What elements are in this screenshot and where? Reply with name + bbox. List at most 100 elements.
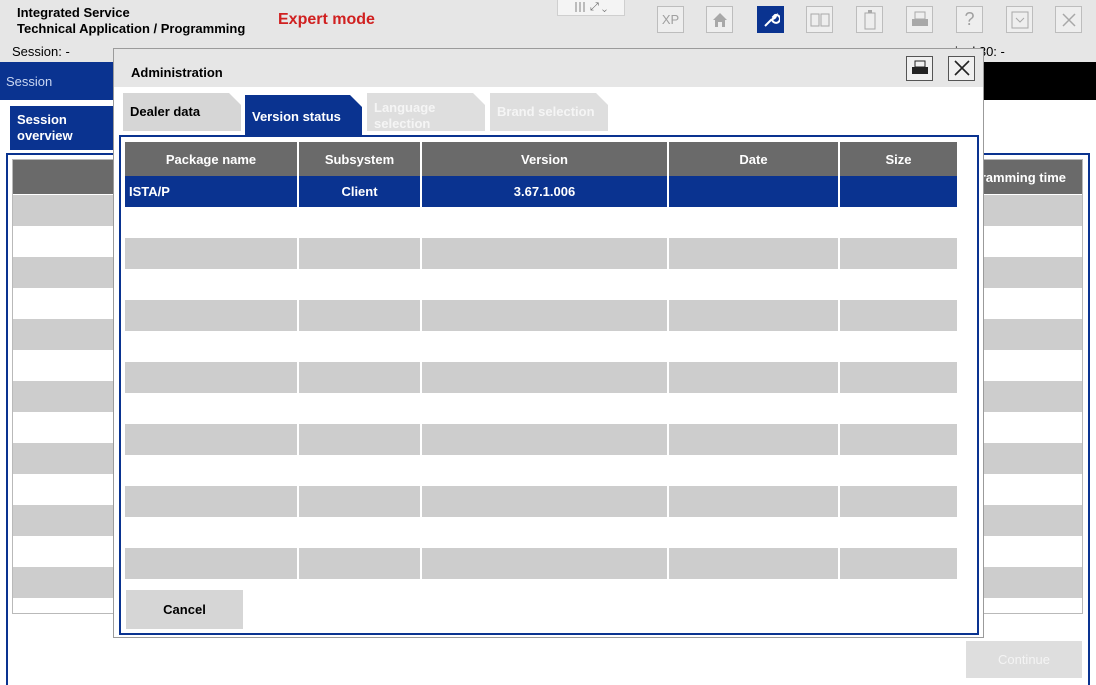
tab-brand-label: Brand selection [497,104,595,119]
table-cell-empty [839,424,957,455]
table-cell-empty [125,300,299,331]
column-header-date[interactable]: Date [668,142,840,176]
table-cell-empty [298,517,422,548]
table-cell-empty [839,393,957,424]
column-header-version[interactable]: Version [421,142,669,176]
table-cell-empty [298,238,422,269]
app-title: Integrated Service Technical Application… [17,5,245,37]
table-cell-empty [668,486,840,517]
table-cell-empty [125,207,299,238]
table-cell-empty [125,393,299,424]
close-icon [1061,13,1076,27]
tab-language-label-line1: Language [374,100,436,115]
table-cell-empty [839,362,957,393]
table-row-empty [125,548,957,579]
table-cell-empty [668,331,840,362]
column-header-package[interactable]: Package name [125,142,299,176]
table-cell-empty [668,548,840,579]
battery-icon [864,10,875,30]
tab-language-selection[interactable]: Language selection [367,93,485,131]
table-cell-empty [125,362,299,393]
administration-dialog: Administration Dealer data Version statu… [113,48,984,638]
continue-button[interactable]: Continue [966,641,1082,678]
minimize-button[interactable] [1006,6,1033,33]
table-cell-empty [125,455,299,486]
app-title-line2: Technical Application / Programming [17,21,246,36]
table-row[interactable]: ISTA/P Client 3.67.1.006 [125,176,957,207]
tab-version-status[interactable]: Version status [245,95,362,135]
table-row-empty [125,207,957,238]
tab-brand-selection[interactable]: Brand selection [490,93,608,131]
table-cell-empty [668,455,840,486]
dialog-print-button[interactable] [906,56,933,81]
printer-icon [911,11,928,26]
print-button[interactable] [906,6,933,33]
battery-button[interactable] [856,6,883,33]
table-row-empty [125,424,957,455]
cell-subsystem: Client [298,176,422,207]
window-handle[interactable]: ⤢ ⌄ [557,0,625,16]
table-cell-empty [839,269,957,300]
ecu-button[interactable] [806,6,833,33]
table-row-empty [125,393,957,424]
table-cell-empty [298,269,422,300]
table-cell-empty [839,455,957,486]
column-header-subsystem[interactable]: Subsystem [298,142,422,176]
table-cell-empty [298,300,422,331]
table-row-empty [125,300,957,331]
table-cell-empty [839,207,957,238]
programming-button[interactable] [757,6,784,33]
tab-dealer-data[interactable]: Dealer data [123,93,241,131]
version-table: Package name Subsystem Version Date Size… [125,142,957,579]
table-cell-empty [668,393,840,424]
table-cell-empty [298,207,422,238]
table-cell-empty [668,517,840,548]
cell-date [668,176,840,207]
table-cell-empty [839,517,957,548]
table-cell-empty [298,486,422,517]
table-cell-empty [839,486,957,517]
table-cell-empty [839,300,957,331]
cancel-button[interactable]: Cancel [126,590,243,629]
close-icon [953,60,970,76]
table-cell-empty [668,300,840,331]
table-cell-empty [839,331,957,362]
table-cell-empty [668,238,840,269]
dialog-title: Administration [131,65,223,80]
table-cell-empty [421,486,669,517]
table-cell-empty [125,548,299,579]
table-cell-empty [298,362,422,393]
help-button[interactable]: ? [956,6,983,33]
expand-icon: ⤢ [589,1,599,13]
help-icon: ? [964,9,975,29]
session-label: Session: - [12,44,70,59]
dialog-close-button[interactable] [948,56,975,81]
exit-button[interactable] [1055,6,1082,33]
cell-version: 3.67.1.006 [421,176,669,207]
table-row-empty [125,517,957,548]
home-button[interactable] [706,6,733,33]
table-cell-empty [839,548,957,579]
xp-button[interactable]: XP [657,6,684,33]
tab-dealer-label: Dealer data [130,104,201,119]
table-cell-empty [125,517,299,548]
table-cell-empty [125,238,299,269]
tab-session-overview[interactable]: Session overview [10,106,114,150]
table-cell-empty [421,269,669,300]
table-cell-empty [421,517,669,548]
table-row-empty [125,455,957,486]
xp-label: XP [661,12,680,27]
table-cell-empty [668,362,840,393]
table-cell-empty [125,486,299,517]
tab-version-label: Version status [252,109,341,124]
table-cell-empty [125,424,299,455]
background-header-fragment: ramming time [980,170,1066,185]
column-header-size[interactable]: Size [839,142,957,176]
grip-icon [574,2,587,13]
table-cell-empty [668,269,840,300]
table-cell-empty [668,424,840,455]
chevron-down-icon: ⌄ [601,1,608,13]
table-cell-empty [839,238,957,269]
table-cell-empty [298,331,422,362]
table-cell-empty [421,207,669,238]
